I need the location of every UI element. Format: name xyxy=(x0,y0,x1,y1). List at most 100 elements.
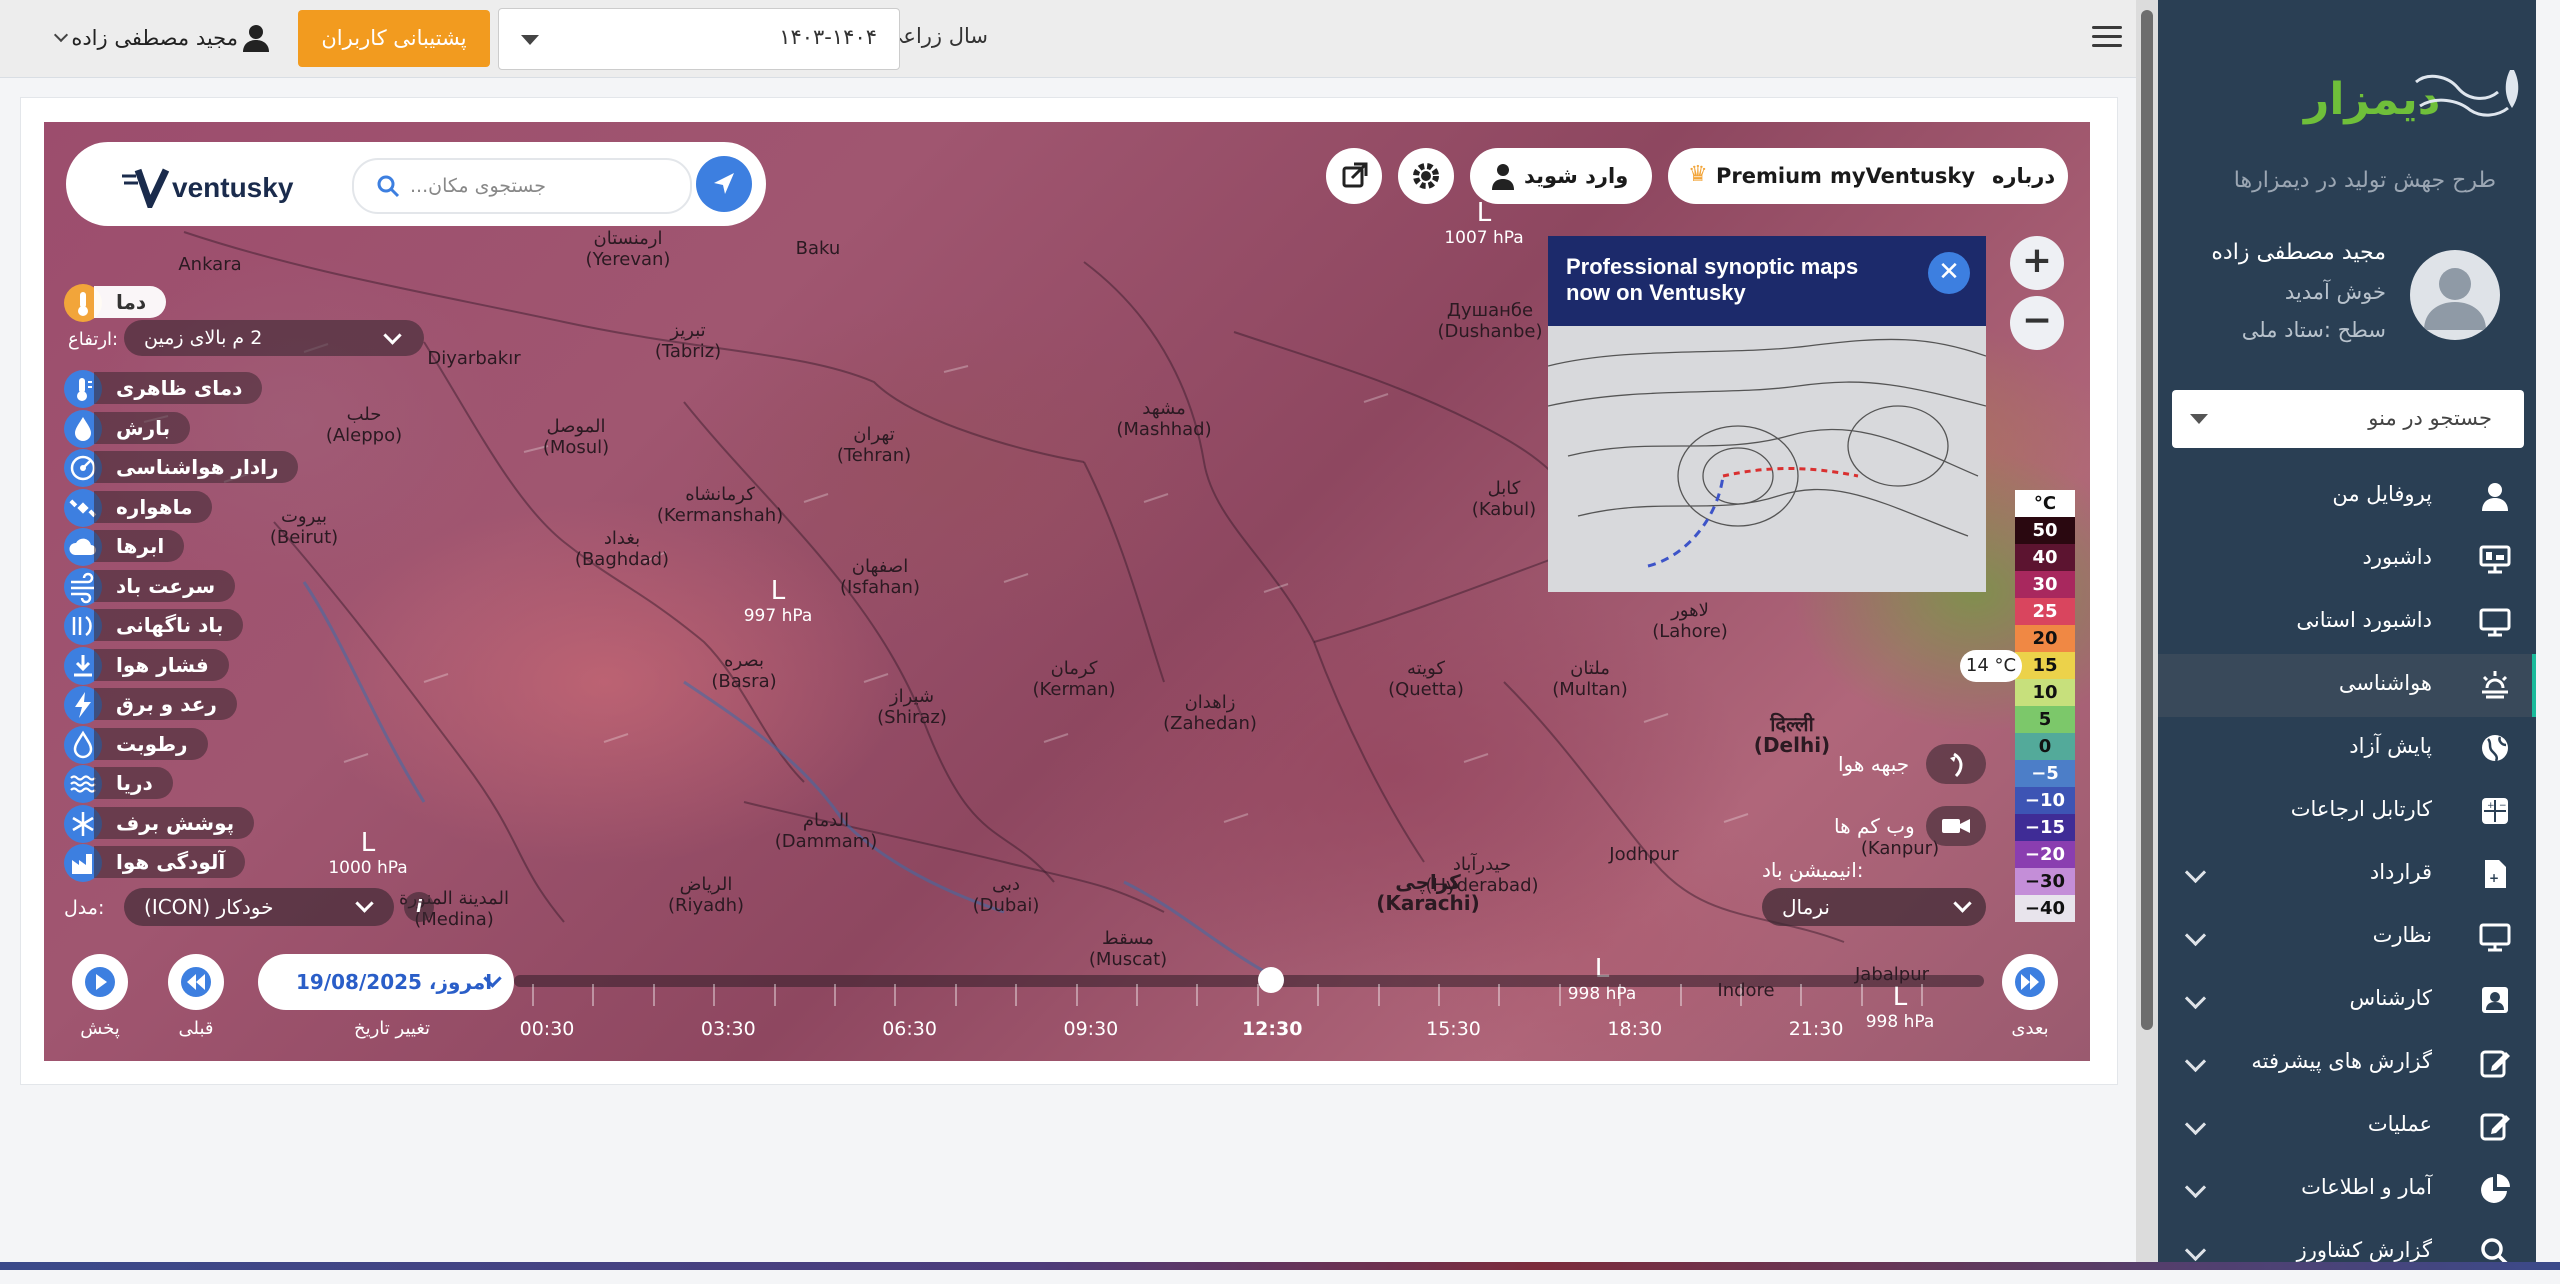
city-label[interactable]: کرمان (Kerman) xyxy=(1032,658,1115,700)
sidebar-item-label: کارتابل ارجاعات xyxy=(2290,797,2432,821)
weather-map[interactable]: Ankara Baku ارمنستان (Yerevan) تبریز (Tabri… xyxy=(44,122,2090,1061)
city-label[interactable]: کویته (Quetta) xyxy=(1388,658,1464,700)
previous-button[interactable] xyxy=(168,954,224,1010)
sidebar-item-pie-chart-11[interactable]: آمار و اطلاعات xyxy=(2158,1158,2536,1221)
city-label[interactable]: الموصل (Mosul) xyxy=(543,416,609,458)
close-icon[interactable]: ✕ xyxy=(1928,252,1970,294)
legend-cell: 30 xyxy=(2015,571,2075,598)
city-label[interactable]: مشهد (Mashhad) xyxy=(1116,398,1211,440)
timeline-time-label[interactable]: 09:30 xyxy=(1064,1018,1119,1040)
city-label[interactable]: تهران (Tehran) xyxy=(837,424,911,466)
city-label[interactable]: لاهور (Lahore) xyxy=(1652,600,1728,642)
ventusky-logo[interactable]: ventusky xyxy=(122,164,342,208)
city-label[interactable]: بیروت (Beirut) xyxy=(270,506,338,548)
zoom-out-button[interactable]: − xyxy=(2010,296,2064,350)
crop-year-select[interactable]: ۱۴۰۳-۱۴۰۴ xyxy=(498,8,900,70)
user-menu[interactable]: مجید مصطفی زاده xyxy=(52,24,282,54)
sidebar-item-user-0[interactable]: پروفایل من xyxy=(2158,465,2536,528)
sidebar-item-referral-5[interactable]: + − کارتابل ارجاعات xyxy=(2158,780,2536,843)
my-location-button[interactable] xyxy=(696,156,752,212)
webcams-label: وب کم ها xyxy=(1834,814,1915,838)
city-label[interactable]: الدمام (Dammam) xyxy=(775,810,878,852)
next-button[interactable] xyxy=(2002,954,2058,1010)
city-label[interactable]: تبریز (Tabriz) xyxy=(655,320,721,362)
city-label[interactable]: Diyarbakır xyxy=(427,348,520,369)
sidebar-item-edit-10[interactable]: عملیات xyxy=(2158,1095,2536,1158)
page-scrollbar[interactable] xyxy=(2136,0,2158,1262)
location-search-input[interactable]: جستجوی مکان... xyxy=(352,158,692,214)
fronts-toggle[interactable] xyxy=(1926,744,1986,784)
city-label[interactable]: حلب (Aleppo) xyxy=(326,404,402,446)
city-label[interactable]: ملتان (Multan) xyxy=(1552,658,1627,700)
city-label[interactable]: Baku xyxy=(796,238,841,259)
city-label[interactable]: بغداد (Baghdad) xyxy=(575,528,669,570)
sidebar-item-search-12[interactable]: گزارش کشاورز xyxy=(2158,1221,2536,1284)
sidebar-item-expert-8[interactable]: کارشناس xyxy=(2158,969,2536,1032)
city-label[interactable]: Душанбе (Dushanbe) xyxy=(1437,300,1542,342)
pressure-value: 1000 hPa xyxy=(328,858,408,878)
sidebar-item-globe-4[interactable]: پایش آزاد xyxy=(2158,717,2536,780)
timeline-time-label[interactable]: 18:30 xyxy=(1607,1018,1662,1040)
weather-front-icon xyxy=(1950,752,1963,778)
timeline-time-label[interactable]: 03:30 xyxy=(701,1018,756,1040)
about-link[interactable]: درباره xyxy=(1992,164,2055,188)
premium-link[interactable]: Premium xyxy=(1716,164,1822,188)
city-label[interactable]: दिल्ली (Delhi) xyxy=(1754,714,1830,756)
next-label: بعدی xyxy=(2011,1018,2049,1039)
city-label[interactable]: شیراز (Shiraz) xyxy=(877,686,947,728)
date-picker-button[interactable]: امروز، 19/08/2025 xyxy=(258,954,514,1010)
sidebar-item-monitor-7[interactable]: نظارت xyxy=(2158,906,2536,969)
city-label[interactable]: حیدرآباد (Hyderabad) xyxy=(1425,854,1538,896)
city-label[interactable]: الرياض (Riyadh) xyxy=(668,874,744,916)
sidebar-item-contract-6[interactable]: + قرارداد xyxy=(2158,843,2536,906)
login-button[interactable]: وارد شوید xyxy=(1470,148,1652,204)
webcams-toggle[interactable] xyxy=(1926,806,1986,846)
timeline-time-label[interactable]: 15:30 xyxy=(1426,1018,1481,1040)
city-label[interactable]: ارمنستان (Yerevan) xyxy=(586,228,671,270)
model-select[interactable]: خودکار (ICON) xyxy=(124,888,394,926)
scrollbar-thumb[interactable] xyxy=(2141,10,2153,1030)
sidebar-item-edit-9[interactable]: گزارش های پیشرفته xyxy=(2158,1032,2536,1095)
legend-cell: 50 xyxy=(2015,517,2075,544)
model-info-button[interactable]: i xyxy=(404,892,434,922)
timeline-time-label[interactable]: 12:30 xyxy=(1242,1018,1302,1040)
sidebar-item-label: آمار و اطلاعات xyxy=(2301,1175,2432,1199)
timeline-time-label[interactable]: 00:30 xyxy=(520,1018,575,1040)
synoptic-maps-promo[interactable]: Professional synoptic maps now on Ventus… xyxy=(1548,236,1986,592)
city-label[interactable]: زاهدان (Zahedan) xyxy=(1163,692,1257,734)
city-label[interactable]: Ankara xyxy=(178,254,241,275)
city-label[interactable]: کرمانشاه (Kermanshah) xyxy=(657,484,783,526)
city-label[interactable]: کابل (Kabul) xyxy=(1472,478,1536,520)
user-icon xyxy=(1492,164,1514,190)
height-select[interactable]: 2 م بالای زمین xyxy=(124,320,424,356)
my-ventusky-link[interactable]: myVentusky xyxy=(1830,164,1975,188)
menu-search-select[interactable]: جستجو در منو xyxy=(2172,390,2524,448)
menu-toggle-icon[interactable] xyxy=(2092,26,2122,50)
city-label[interactable]: دبی (Dubai) xyxy=(973,874,1040,916)
sidebar-item-dashboard-1[interactable]: داشبورد xyxy=(2158,528,2536,591)
sidebar-subtitle: طرح جهش تولید در دیمزارها xyxy=(2233,168,2496,193)
rewind-icon xyxy=(181,967,211,997)
play-button[interactable] xyxy=(72,954,128,1010)
zoom-in-button[interactable]: + xyxy=(2010,236,2064,290)
height-value: 2 م بالای زمین xyxy=(144,327,263,349)
legend-cell: −10 xyxy=(2015,787,2075,814)
timeline-track[interactable] xyxy=(514,975,1984,987)
sidebar-item-weather-3[interactable]: هواشناسی xyxy=(2158,654,2536,717)
city-label[interactable]: مسقط (Muscat) xyxy=(1089,928,1167,970)
user-support-button[interactable]: پشتیبانی کاربران xyxy=(298,10,490,67)
open-external-button[interactable] xyxy=(1326,148,1382,204)
layer-label: بارش xyxy=(94,411,191,444)
timeline-handle[interactable] xyxy=(1258,967,1284,993)
timeline-time-label[interactable]: 21:30 xyxy=(1789,1018,1844,1040)
wind-animation-select[interactable]: نرمال xyxy=(1762,888,1986,926)
city-label[interactable]: Jodhpur xyxy=(1609,844,1678,865)
city-label[interactable]: اصفهان (Isfahan) xyxy=(840,556,920,598)
sidebar-item-monitor-2[interactable]: داشبورد استانی xyxy=(2158,591,2536,654)
timeline-tick xyxy=(1377,984,1380,1006)
city-label[interactable]: بصره (Basra) xyxy=(711,650,776,692)
avatar[interactable] xyxy=(2410,250,2500,340)
timeline-time-label[interactable]: 06:30 xyxy=(882,1018,937,1040)
settings-button[interactable] xyxy=(1398,148,1454,204)
gear-icon xyxy=(1413,163,1439,189)
